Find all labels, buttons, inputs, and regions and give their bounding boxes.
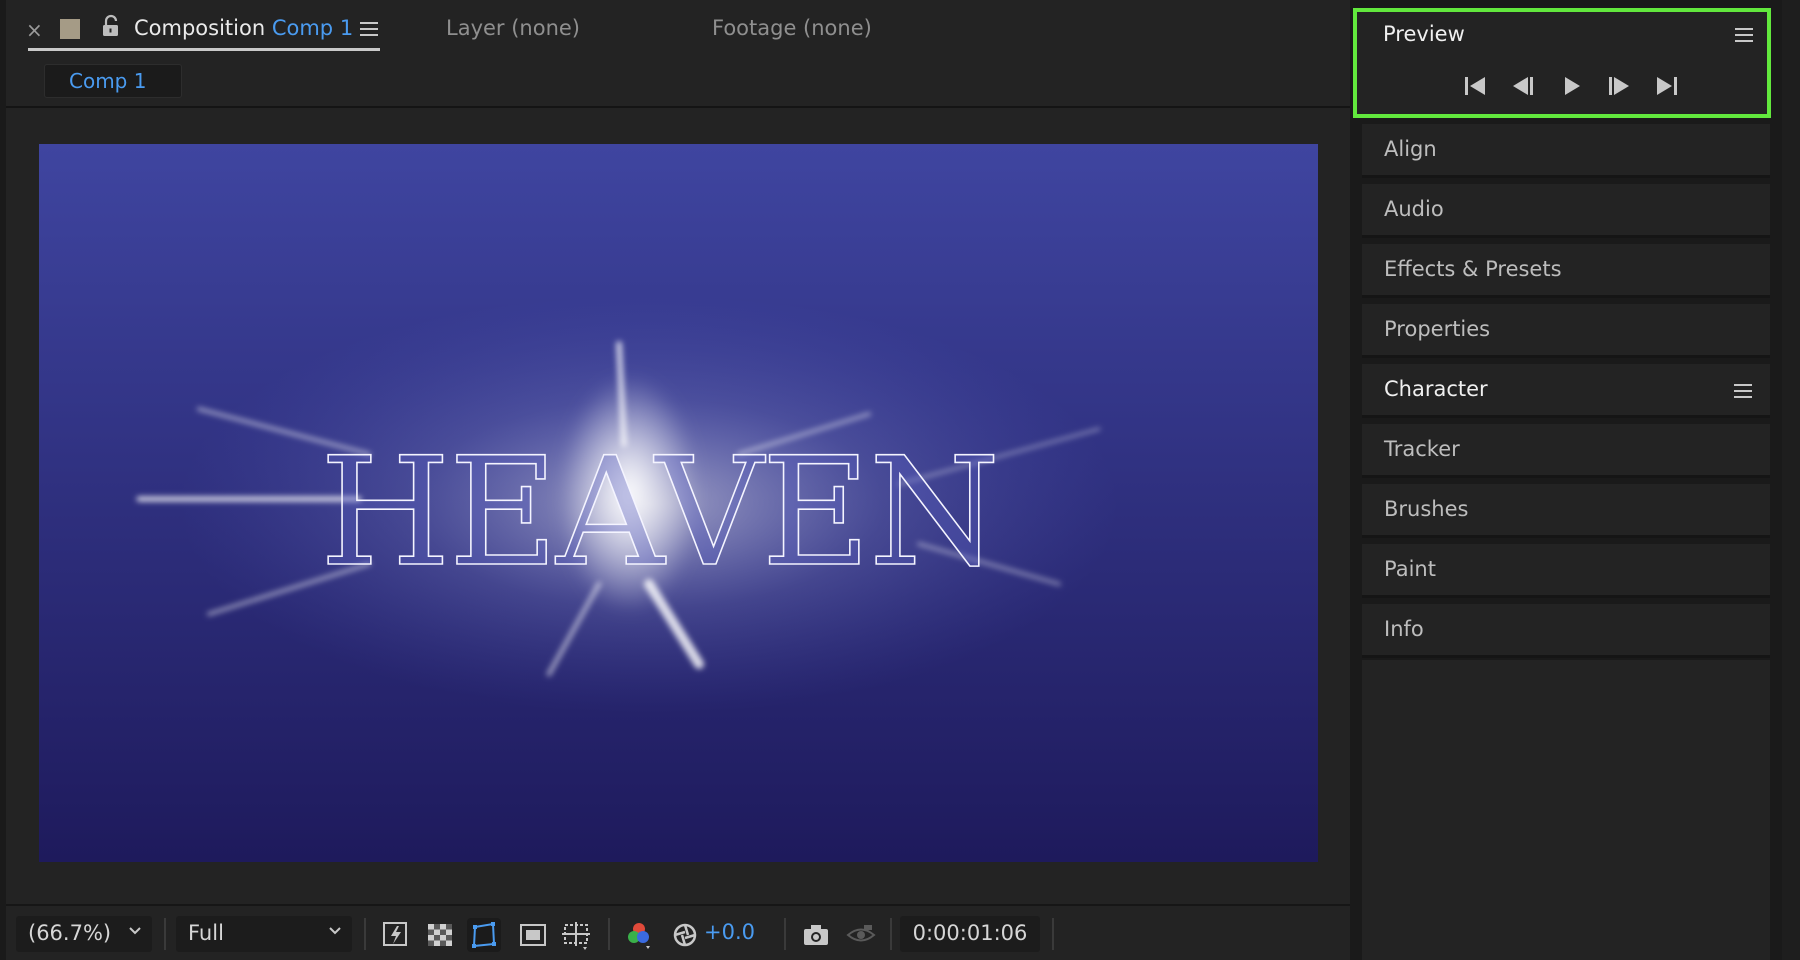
snapshot-camera-icon[interactable] <box>799 918 833 952</box>
resolution-dropdown[interactable]: Full <box>176 916 352 952</box>
panel-paint[interactable]: Paint <box>1362 544 1770 598</box>
character-menu-icon[interactable] <box>1734 384 1752 400</box>
transparency-grid-icon[interactable] <box>423 918 457 952</box>
panel-effects-presets[interactable]: Effects & Presets <box>1362 244 1770 298</box>
toolbar-separator <box>364 918 366 950</box>
composition-tab-bar: × Composition Comp 1 Layer (none) Footag… <box>6 0 1350 60</box>
first-frame-icon[interactable] <box>1459 74 1491 98</box>
panel-divider <box>6 106 1350 108</box>
panel-effects-presets-label: Effects & Presets <box>1384 257 1562 281</box>
panel-tracker[interactable]: Tracker <box>1362 424 1770 478</box>
panel-character-label: Character <box>1384 377 1488 401</box>
show-snapshot-icon[interactable] <box>844 918 878 952</box>
preview-panel-title: Preview <box>1383 22 1465 46</box>
resolution-value: Full <box>188 921 224 945</box>
chevron-down-icon <box>129 927 141 935</box>
composition-tab-title[interactable]: Composition Comp 1 <box>134 16 353 40</box>
comp-flowchart-tab[interactable]: Comp 1 <box>44 64 182 98</box>
panel-character[interactable]: Character <box>1362 364 1770 418</box>
panel-info-label: Info <box>1384 617 1424 641</box>
next-frame-icon[interactable] <box>1603 74 1635 98</box>
panel-brushes-label: Brushes <box>1384 497 1469 521</box>
panel-audio[interactable]: Audio <box>1362 184 1770 238</box>
heaven-text: HEAVEN <box>320 426 998 600</box>
magnification-dropdown[interactable]: (66.7%) <box>16 916 152 952</box>
show-channel-icon[interactable] <box>622 918 656 952</box>
side-panel-empty-area <box>1362 660 1770 960</box>
fast-previews-icon[interactable] <box>379 918 413 952</box>
current-time-display[interactable]: 0:00:01:06 <box>900 916 1040 952</box>
panel-brushes[interactable]: Brushes <box>1362 484 1770 538</box>
chevron-down-icon <box>329 927 341 935</box>
panel-properties-label: Properties <box>1384 317 1491 341</box>
previous-frame-icon[interactable] <box>1507 74 1539 98</box>
magnification-value: (66.7%) <box>28 921 112 945</box>
exposure-reset-icon[interactable] <box>668 918 702 952</box>
last-frame-icon[interactable] <box>1651 74 1683 98</box>
right-edge-strip <box>1782 0 1800 960</box>
exposure-value[interactable]: +0.0 <box>704 920 755 944</box>
region-of-interest-icon[interactable] <box>516 918 550 952</box>
label-color-swatch[interactable] <box>60 19 80 39</box>
lock-open-icon[interactable] <box>98 14 124 40</box>
grid-guides-icon[interactable] <box>559 918 593 952</box>
toolbar-separator <box>1052 918 1054 950</box>
active-tab-underline <box>28 48 380 51</box>
toolbar-separator <box>608 918 610 950</box>
tab-layer[interactable]: Layer (none) <box>446 16 580 40</box>
panel-properties[interactable]: Properties <box>1362 304 1770 358</box>
panel-align[interactable]: Align <box>1362 124 1770 178</box>
panel-info[interactable]: Info <box>1362 604 1770 658</box>
panel-align-label: Align <box>1384 137 1437 161</box>
preview-menu-icon[interactable] <box>1735 28 1753 44</box>
panel-menu-icon[interactable] <box>359 20 379 38</box>
toolbar-separator <box>890 918 892 950</box>
mask-visibility-icon[interactable] <box>467 918 501 952</box>
toolbar-separator <box>784 918 786 950</box>
panel-audio-label: Audio <box>1384 197 1444 221</box>
play-icon[interactable] <box>1555 74 1587 98</box>
composition-viewer[interactable]: HEAVEN <box>39 144 1318 862</box>
preview-panel: Preview <box>1353 8 1771 118</box>
tab-footage[interactable]: Footage (none) <box>712 16 872 40</box>
viewer-canvas: HEAVEN <box>39 144 1318 862</box>
composition-tab-prefix: Composition <box>134 16 266 40</box>
composition-tab-comp-name: Comp 1 <box>271 16 354 40</box>
panel-paint-label: Paint <box>1384 557 1436 581</box>
close-tab-icon[interactable]: × <box>26 18 43 42</box>
toolbar-separator <box>164 918 166 950</box>
composition-panel: × Composition Comp 1 Layer (none) Footag… <box>6 0 1350 960</box>
panel-tracker-label: Tracker <box>1384 437 1460 461</box>
viewer-toolbar: (66.7%) Full +0.0 0:00:01:06 <box>6 904 1350 960</box>
